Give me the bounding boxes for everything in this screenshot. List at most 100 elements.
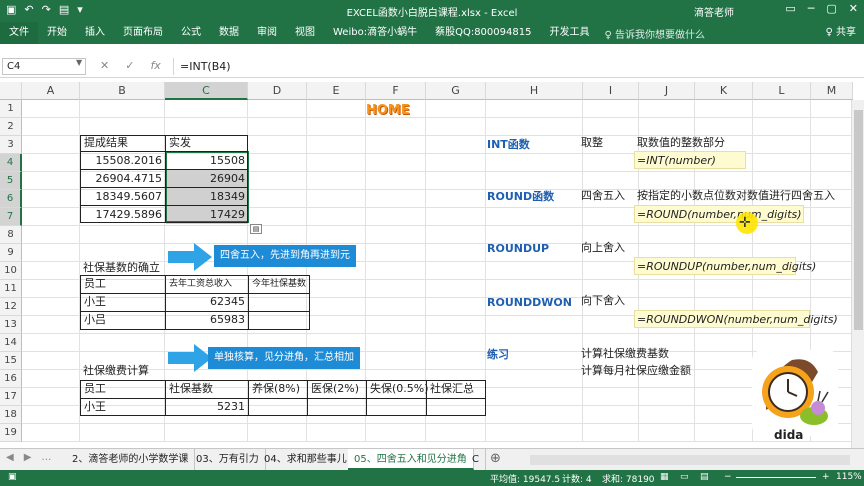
column-header-d[interactable]: D xyxy=(248,82,307,100)
column-header-b[interactable]: B xyxy=(80,82,165,100)
row-header-5[interactable]: 5 xyxy=(0,172,22,190)
row-header-6[interactable]: 6 xyxy=(0,190,22,208)
macro-record-icon[interactable]: ▣ xyxy=(8,472,17,482)
tab-formulas[interactable]: 公式 xyxy=(172,22,210,44)
row-header-17[interactable]: 17 xyxy=(0,388,22,406)
row-header-14[interactable]: 14 xyxy=(0,334,22,352)
tab-more-icon[interactable]: … xyxy=(41,452,51,463)
enter-icon[interactable]: ✓ xyxy=(125,59,134,72)
row-header-12[interactable]: 12 xyxy=(0,298,22,316)
tab-weibo[interactable]: Weibo:滴答小蜗牛 xyxy=(324,22,426,44)
func-name-int[interactable]: INT函数 xyxy=(484,136,533,154)
view-normal-icon[interactable]: ▦ xyxy=(660,472,669,482)
column-header-f[interactable]: F xyxy=(366,82,426,100)
table3-header[interactable]: 养保(8%) xyxy=(249,380,303,398)
column-header-k[interactable]: K xyxy=(695,82,753,100)
func-kind[interactable]: 向上舍入 xyxy=(578,239,628,257)
vertical-scrollbar[interactable] xyxy=(851,100,864,448)
tab-home[interactable]: 开始 xyxy=(38,22,76,44)
func-kind[interactable]: 向下舍入 xyxy=(578,292,628,310)
view-page-layout-icon[interactable]: ▭ xyxy=(680,472,689,482)
table1-cell[interactable]: 18349 xyxy=(166,188,248,206)
close-icon[interactable]: ✕ xyxy=(849,2,858,15)
row-header-18[interactable]: 18 xyxy=(0,406,22,424)
column-header-l[interactable]: L xyxy=(753,82,811,100)
name-box[interactable]: C4 xyxy=(2,58,86,75)
select-all-corner[interactable] xyxy=(0,82,22,100)
home-link[interactable]: HOME xyxy=(366,103,410,118)
practice-label[interactable]: 练习 xyxy=(484,346,512,364)
table2-header[interactable]: 去年工资总收入 xyxy=(166,275,235,293)
sheet-tab[interactable]: C xyxy=(466,449,486,470)
table1-cell[interactable]: 17429.5896 xyxy=(81,206,165,224)
table2-cell[interactable]: 小吕 xyxy=(81,311,109,329)
column-header-c[interactable]: C xyxy=(165,82,248,100)
practice-item[interactable]: 计算每月社保应缴金额 xyxy=(578,362,694,380)
row-header-3[interactable]: 3 xyxy=(0,136,22,154)
func-syntax[interactable]: =ROUNDDWON(number,num_digits) xyxy=(634,310,838,328)
column-header-e[interactable]: E xyxy=(307,82,366,100)
row-header-1[interactable]: 1 xyxy=(0,100,22,118)
share-button[interactable]: ♀ 共享 xyxy=(825,22,856,44)
column-header-h[interactable]: H xyxy=(486,82,583,100)
zoom-slider[interactable] xyxy=(736,477,816,478)
view-page-break-icon[interactable]: ▤ xyxy=(700,472,709,482)
table3-header[interactable]: 医保(2%) xyxy=(308,380,362,398)
row-header-13[interactable]: 13 xyxy=(0,316,22,334)
func-desc[interactable]: 取数值的整数部分 xyxy=(634,134,728,152)
column-header-m[interactable]: M xyxy=(811,82,853,100)
table3-cell[interactable]: 小王 xyxy=(81,398,109,416)
sheet-tab[interactable]: 03、万有引力 xyxy=(190,449,266,470)
sheet-tab[interactable]: 2、滴答老师的小学数学课 xyxy=(66,449,196,470)
table2-cell[interactable]: 小王 xyxy=(81,293,109,311)
table1-cell[interactable]: 15508 xyxy=(166,152,248,170)
chevron-down-icon[interactable]: ▼ xyxy=(76,58,82,67)
func-name-round[interactable]: ROUND函数 xyxy=(484,188,557,206)
zoom-in-icon[interactable]: + xyxy=(822,472,830,482)
table2-cell[interactable]: 62345 xyxy=(166,293,248,311)
tab-data[interactable]: 数据 xyxy=(210,22,248,44)
minimize-icon[interactable]: ─ xyxy=(808,2,815,15)
row-header-19[interactable]: 19 xyxy=(0,424,22,442)
table3-header[interactable]: 社保汇总 xyxy=(427,380,477,398)
tab-qq[interactable]: 蔡股QQ:800094815 xyxy=(426,22,540,44)
tab-page-layout[interactable]: 页面布局 xyxy=(114,22,172,44)
row-header-4[interactable]: 4 xyxy=(0,154,22,172)
user-name[interactable]: 滴答老师 xyxy=(694,4,734,19)
tab-file[interactable]: 文件 xyxy=(0,22,38,44)
table3-header[interactable]: 失保(0.5%) xyxy=(367,380,432,398)
tell-me-box[interactable]: ♀ 告诉我你想要做什么 xyxy=(604,26,705,41)
formula-input[interactable]: =INT(B4) xyxy=(173,58,858,75)
sheet-tab[interactable]: 04、求和那些事儿 xyxy=(258,449,354,470)
tab-insert[interactable]: 插入 xyxy=(76,22,114,44)
column-header-j[interactable]: J xyxy=(639,82,695,100)
row-header-8[interactable]: 8 xyxy=(0,226,22,244)
row-header-2[interactable]: 2 xyxy=(0,118,22,136)
column-header-i[interactable]: I xyxy=(583,82,639,100)
row-header-10[interactable]: 10 xyxy=(0,262,22,280)
row-header-9[interactable]: 9 xyxy=(0,244,22,262)
zoom-level[interactable]: 115% xyxy=(836,472,862,482)
sheet-tab-active[interactable]: 05、四舍五入和见分进角 xyxy=(348,449,474,470)
zoom-out-icon[interactable]: − xyxy=(724,472,732,482)
horizontal-scrollbar[interactable] xyxy=(530,455,850,465)
ribbon-options-icon[interactable]: ▭ xyxy=(785,2,795,15)
table1-header-actual[interactable]: 实发 xyxy=(166,134,194,152)
function-icon[interactable]: fx xyxy=(150,59,160,72)
table2-header[interactable]: 今年社保基数 xyxy=(249,275,309,293)
table3-header[interactable]: 员工 xyxy=(81,380,109,398)
row-header-15[interactable]: 15 xyxy=(0,352,22,370)
tab-review[interactable]: 审阅 xyxy=(248,22,286,44)
tab-next-icon[interactable]: ▶ xyxy=(24,452,32,463)
table1-cell[interactable]: 15508.2016 xyxy=(81,152,165,170)
table3-header[interactable]: 社保基数 xyxy=(166,380,216,398)
add-sheet-icon[interactable]: ⊕ xyxy=(490,451,501,466)
func-syntax[interactable]: =ROUNDUP(number,num_digits) xyxy=(634,257,816,275)
maximize-icon[interactable]: ▢ xyxy=(826,2,836,15)
table2-header[interactable]: 员工 xyxy=(81,275,109,293)
scrollbar-thumb[interactable] xyxy=(854,110,863,330)
row-header-11[interactable]: 11 xyxy=(0,280,22,298)
table1-cell[interactable]: 18349.5607 xyxy=(81,188,165,206)
section-social-calc-title[interactable]: 社保缴费计算 xyxy=(80,362,152,380)
tab-developer[interactable]: 开发工具 xyxy=(540,22,598,44)
